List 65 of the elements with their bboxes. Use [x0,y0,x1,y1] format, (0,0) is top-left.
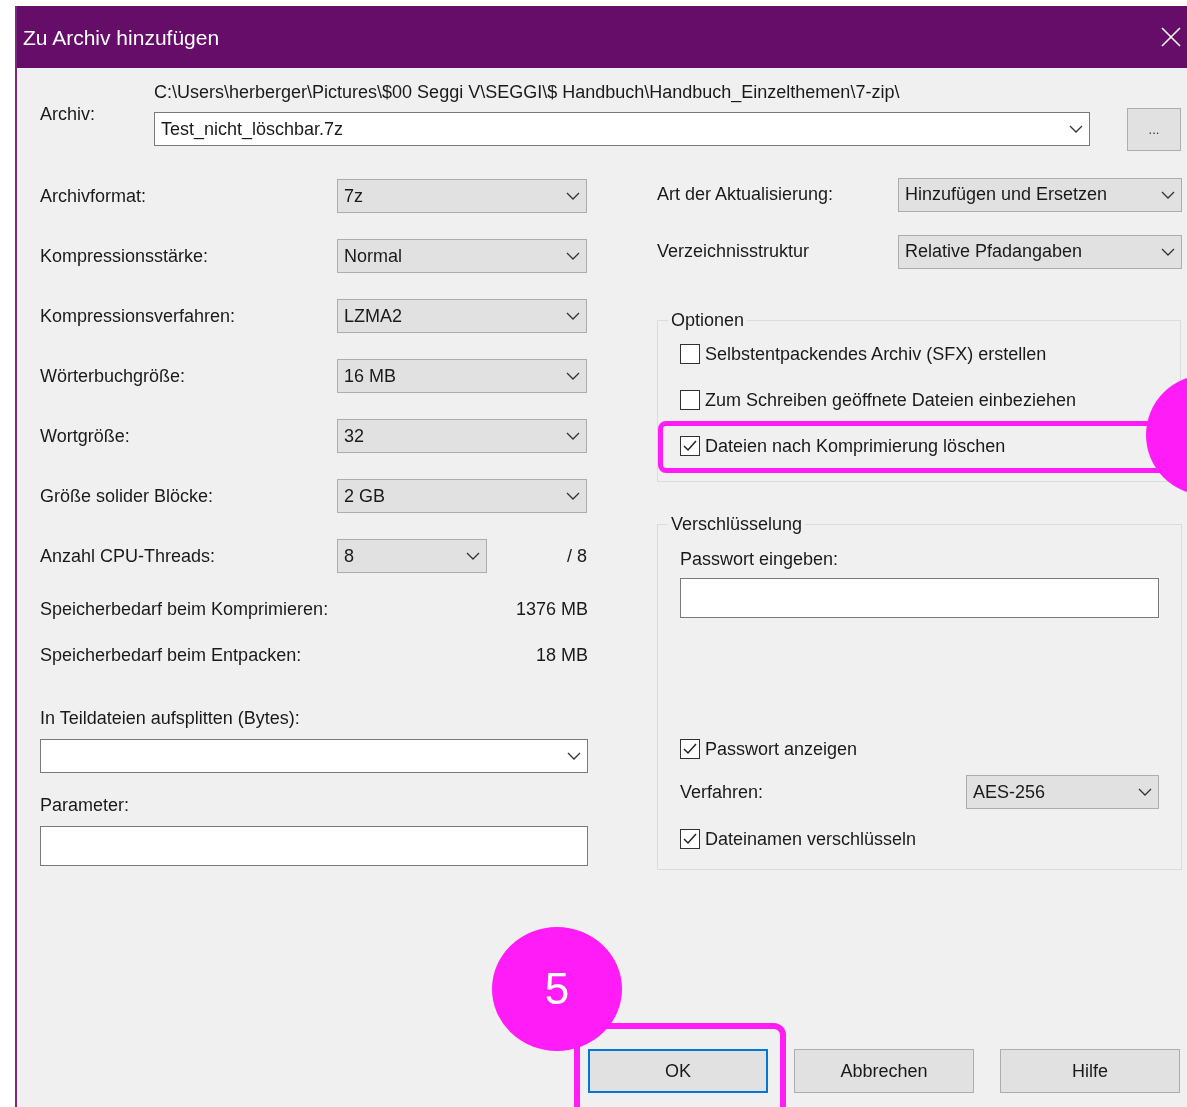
memory-value: 18 MB [535,644,588,666]
dropdown[interactable]: LZMA2 [337,299,587,333]
memory-label: Speicherbedarf beim Entpacken: [40,644,302,666]
field-label: Verfahren: [680,781,765,803]
chevron-down-icon [1161,190,1175,199]
archive-path: C:\Users\herberger\Pictures\$00 Seggi V\SEGGI\$ Handbuch\Handbuch_Einzelthemen\7-zip\ [154,82,901,105]
checkbox[interactable] [680,344,700,364]
chevron-down-icon [566,252,580,260]
checkbox[interactable] [680,829,700,849]
dropdown[interactable]: 7z [337,179,587,213]
dialog-button[interactable]: Hilfe [1000,1049,1180,1093]
field-label: Passwort eingeben: [680,549,840,570]
field-label: Archiv: [40,103,96,125]
dropdown[interactable]: 8 [337,539,487,573]
field-label: Parameter: [40,795,131,816]
checkbox-label[interactable]: Dateien nach Komprimierung löschen [705,435,1006,457]
field-label: Kompressionsverfahren: [40,305,237,327]
dropdown[interactable]: Relative Pfadangaben [898,234,1182,269]
chevron-down-icon [566,312,580,320]
dialog-button[interactable]: Abbrechen [794,1049,974,1093]
close-icon[interactable] [1161,27,1181,47]
field-label: Kompressionsstärke: [40,245,210,267]
field-label: Größe solider Blöcke: [40,485,215,507]
field-label: Archivformat: [40,185,148,207]
thread-count: / 8 [566,545,587,567]
group-title: Optionen [670,310,746,331]
archive-name-combobox[interactable]: Test_nicht_löschbar.7z [154,112,1090,146]
checkbox[interactable] [680,390,700,410]
field-label: Anzahl CPU-Threads: [40,545,217,567]
checkbox-label[interactable]: Selbstentpackendes Archiv (SFX) erstellen [705,343,1047,365]
chevron-down-icon [1138,788,1152,796]
chevron-down-icon [567,752,581,760]
field-label: Wörterbuchgröße: [40,365,187,387]
chevron-down-icon [566,432,580,440]
dropdown[interactable]: 2 GB [337,479,587,513]
dropdown[interactable]: AES-256 [966,775,1159,809]
checkbox[interactable] [680,739,700,759]
group-title: Verschlüsselung [670,514,804,535]
field-label: Art der Aktualisierung: [657,184,835,205]
chevron-down-icon [1069,125,1083,133]
field-label: Wortgröße: [40,425,131,447]
checkbox[interactable] [680,436,700,456]
chevron-down-icon [566,192,580,200]
browse-button[interactable]: ... [1127,108,1181,151]
dropdown[interactable]: Normal [337,239,587,273]
dropdown[interactable]: 32 [337,419,587,453]
chevron-down-icon [1161,247,1175,256]
chevron-down-icon [566,372,580,380]
field-label: In Teildateien aufsplitten (Bytes): [40,708,301,729]
checkbox-label[interactable]: Passwort anzeigen [705,738,858,760]
checkbox-label[interactable]: Zum Schreiben geöffnete Dateien einbeziehen [705,389,1076,411]
chevron-down-icon [466,552,480,560]
split-size-combobox[interactable] [40,739,588,773]
dialog-button[interactable]: OK [588,1049,768,1093]
field-label: Verzeichnisstruktur [657,241,811,262]
memory-label: Speicherbedarf beim Komprimieren: [40,598,329,620]
dropdown[interactable]: 16 MB [337,359,587,393]
password-field[interactable] [680,578,1159,618]
memory-value: 1376 MB [515,598,588,620]
checkbox-label[interactable]: Dateinamen verschlüsseln [705,828,917,850]
step-badge: 5 [492,927,622,1051]
chevron-down-icon [566,492,580,500]
window-title: Zu Archiv hinzufügen [23,26,220,50]
parameter-field[interactable] [40,826,588,866]
dropdown[interactable]: Hinzufügen und Ersetzen [898,177,1182,212]
